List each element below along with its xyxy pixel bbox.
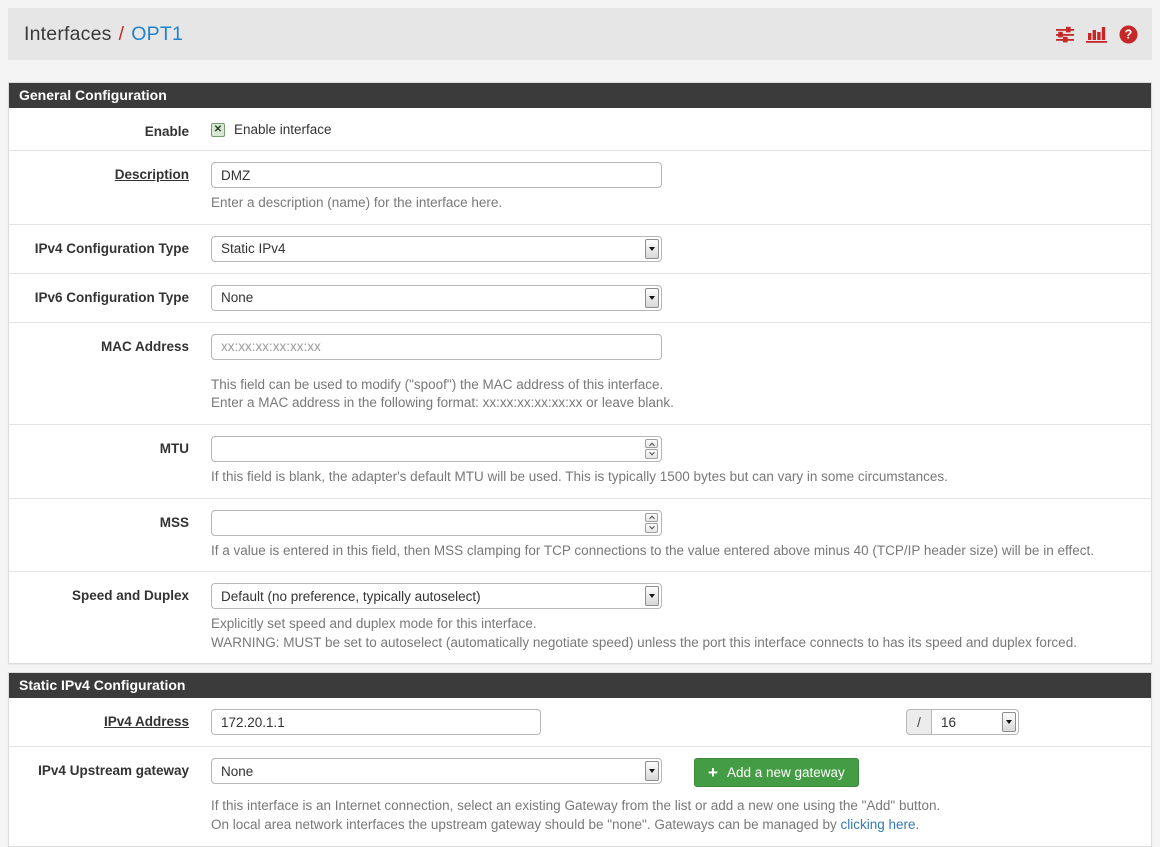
- ipv4-upstream-gateway-select[interactable]: None: [211, 758, 662, 784]
- mtu-label: MTU: [9, 436, 211, 487]
- row-ipv4-address: IPv4 Address / 16: [9, 698, 1151, 747]
- speed-duplex-help-2: WARNING: MUST be set to autoselect (auto…: [211, 634, 1141, 653]
- gateway-help-1: If this interface is an Internet connect…: [211, 797, 1141, 816]
- checkbox-checked-icon[interactable]: [211, 123, 225, 137]
- speed-duplex-label: Speed and Duplex: [9, 583, 211, 652]
- ipv6-config-type-label: IPv6 Configuration Type: [9, 285, 211, 311]
- mss-help: If a value is entered in this field, the…: [211, 542, 1141, 561]
- speed-duplex-select[interactable]: Default (no preference, typically autose…: [211, 583, 662, 609]
- description-input[interactable]: [211, 162, 662, 188]
- description-label: Description: [115, 167, 189, 182]
- breadcrumb-section: Interfaces: [24, 23, 112, 45]
- status-graphs-button[interactable]: [1086, 25, 1108, 43]
- bar-chart-icon: [1086, 25, 1108, 43]
- ipv4-address-input[interactable]: [211, 709, 541, 735]
- dropdown-arrow-icon: [645, 239, 659, 259]
- enable-label: Enable: [9, 119, 211, 139]
- ipv4-config-type-label: IPv4 Configuration Type: [9, 236, 211, 262]
- description-help: Enter a description (name) for the inter…: [211, 194, 1141, 213]
- mac-address-help-1: This field can be used to modify ("spoof…: [211, 376, 1141, 395]
- row-mac-address: MAC Address This field can be used to mo…: [9, 323, 1151, 425]
- svg-text:?: ?: [1125, 27, 1133, 41]
- spinner-up-icon[interactable]: [645, 513, 658, 523]
- spinner-down-icon[interactable]: [645, 523, 658, 533]
- breadcrumb-separator: /: [119, 23, 125, 46]
- spinner-down-icon[interactable]: [645, 449, 658, 459]
- breadcrumb: Interfaces / OPT1: [24, 23, 183, 46]
- row-enable: Enable Enable interface: [9, 108, 1151, 151]
- enable-interface-text: Enable interface: [234, 122, 332, 137]
- related-settings-button[interactable]: [1055, 26, 1075, 43]
- header-toolbar: ?: [1055, 25, 1138, 44]
- ipv4-upstream-gateway-value: None: [221, 764, 253, 779]
- mtu-spinner[interactable]: [645, 439, 658, 459]
- ipv4-config-type-value: Static IPv4: [221, 241, 286, 256]
- general-configuration-panel: General Configuration Enable Enable inte…: [8, 82, 1152, 664]
- mtu-help: If this field is blank, the adapter's de…: [211, 468, 1141, 487]
- mss-label: MSS: [9, 510, 211, 561]
- enable-interface-checkbox-label[interactable]: Enable interface: [211, 119, 1141, 137]
- row-ipv4-config-type: IPv4 Configuration Type Static IPv4: [9, 225, 1151, 274]
- sliders-icon: [1055, 26, 1075, 43]
- breadcrumb-page[interactable]: OPT1: [131, 23, 183, 45]
- subnet-mask-select[interactable]: 16: [931, 709, 1019, 735]
- mac-address-help-2: Enter a MAC address in the following for…: [211, 394, 1141, 413]
- gateway-help-2-text: On local area network interfaces the ups…: [211, 817, 840, 832]
- cidr-separator-addon: /: [906, 709, 932, 735]
- breadcrumb-bar: Interfaces / OPT1: [8, 8, 1152, 60]
- gateway-help-2-period: .: [916, 817, 920, 832]
- gateways-manage-link[interactable]: clicking here: [840, 817, 915, 832]
- ipv4-config-type-select[interactable]: Static IPv4: [211, 236, 662, 262]
- row-mss: MSS If a value is entered in this field,…: [9, 499, 1151, 573]
- subnet-mask-value: 16: [941, 715, 956, 730]
- row-mtu: MTU If this field is blank, the adapter'…: [9, 425, 1151, 499]
- mtu-input[interactable]: [211, 436, 662, 462]
- speed-duplex-help-1: Explicitly set speed and duplex mode for…: [211, 615, 1141, 634]
- gateway-help-2: On local area network interfaces the ups…: [211, 816, 1141, 835]
- subnet-mask-group: / 16: [906, 709, 1019, 735]
- mac-address-input[interactable]: [211, 334, 662, 360]
- help-button[interactable]: ?: [1119, 25, 1138, 44]
- row-ipv4-upstream-gateway: IPv4 Upstream gateway None + Add a new g…: [9, 747, 1151, 845]
- mac-address-label: MAC Address: [9, 334, 211, 413]
- panel-title-general: General Configuration: [9, 83, 1151, 108]
- static-ipv4-configuration-panel: Static IPv4 Configuration IPv4 Address /…: [8, 672, 1152, 846]
- dropdown-arrow-icon: [645, 761, 659, 781]
- spinner-up-icon[interactable]: [645, 439, 658, 449]
- speed-duplex-value: Default (no preference, typically autose…: [221, 589, 481, 604]
- add-gateway-button-label: Add a new gateway: [727, 765, 845, 780]
- ipv4-upstream-gateway-label: IPv4 Upstream gateway: [9, 758, 211, 834]
- ipv6-config-type-select[interactable]: None: [211, 285, 662, 311]
- ipv4-address-label: IPv4 Address: [104, 714, 189, 729]
- panel-title-static-ipv4: Static IPv4 Configuration: [9, 673, 1151, 698]
- mss-spinner[interactable]: [645, 513, 658, 533]
- dropdown-arrow-icon: [645, 586, 659, 606]
- plus-icon: +: [708, 766, 718, 779]
- dropdown-arrow-icon: [1002, 712, 1016, 732]
- ipv6-config-type-value: None: [221, 290, 253, 305]
- row-speed-duplex: Speed and Duplex Default (no preference,…: [9, 572, 1151, 663]
- mss-input[interactable]: [211, 510, 662, 536]
- row-ipv6-config-type: IPv6 Configuration Type None: [9, 274, 1151, 323]
- dropdown-arrow-icon: [645, 288, 659, 308]
- row-description: Description Enter a description (name) f…: [9, 151, 1151, 225]
- help-icon: ?: [1119, 25, 1138, 44]
- add-gateway-button[interactable]: + Add a new gateway: [694, 758, 859, 787]
